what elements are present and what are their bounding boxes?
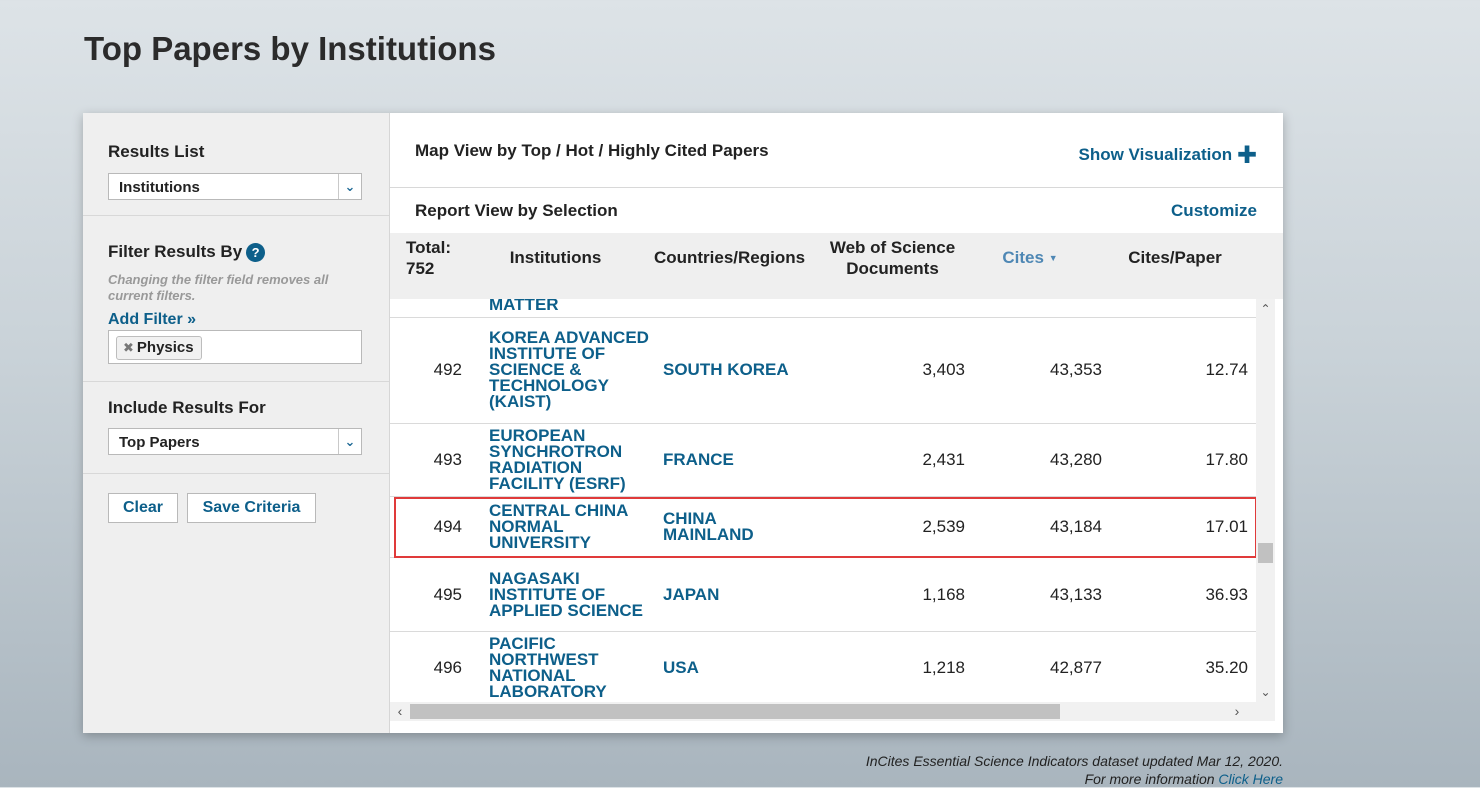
total-header: Total: 752 bbox=[406, 237, 451, 279]
clear-button[interactable]: Clear bbox=[108, 493, 178, 523]
chevron-left-icon[interactable]: ‹ bbox=[390, 702, 410, 721]
cites-per-paper-cell: 17.01 bbox=[1205, 517, 1248, 536]
institution-link[interactable]: CENTRAL CHINA NORMAL UNIVERSITY bbox=[489, 497, 649, 557]
results-list-select[interactable]: Institutions ⌄ bbox=[108, 173, 362, 200]
rank-cell: 493 bbox=[433, 450, 462, 469]
filter-label: Filter Results By? bbox=[108, 242, 266, 263]
cites-cell: 43,280 bbox=[1050, 450, 1102, 469]
table-row: 495 NAGASAKI INSTITUTE OF APPLIED SCIENC… bbox=[390, 558, 1256, 632]
wos-documents-cell: 1,218 bbox=[922, 658, 965, 677]
show-visualization-link[interactable]: Show Visualization ✚ bbox=[1079, 141, 1258, 170]
rank-cell: 496 bbox=[433, 658, 462, 677]
plus-icon: ✚ bbox=[1236, 142, 1257, 169]
table-row: 492 KOREA ADVANCED INSTITUTE OF SCIENCE … bbox=[390, 317, 1256, 424]
chevron-down-icon[interactable]: ⌄ bbox=[1256, 682, 1275, 702]
table-body: MATTER 492 KOREA ADVANCED INSTITUTE OF S… bbox=[390, 299, 1256, 702]
country-link[interactable]: JAPAN bbox=[663, 558, 813, 631]
institution-link[interactable]: KOREA ADVANCED INSTITUTE OF SCIENCE & TE… bbox=[489, 317, 649, 423]
cites-cell: 43,353 bbox=[1050, 360, 1102, 379]
filter-chip-label: Physics bbox=[136, 339, 194, 356]
include-select[interactable]: Top Papers ⌄ bbox=[108, 428, 362, 455]
rank-cell: 492 bbox=[433, 360, 462, 379]
table-header: Total: 752 Institutions Countries/Region… bbox=[390, 233, 1283, 299]
institution-link[interactable]: EUROPEAN SYNCHROTRON RADIATION FACILITY … bbox=[489, 424, 649, 496]
footer-info-line: For more information Click Here bbox=[866, 770, 1283, 788]
results-panel: Results List Institutions ⌄ Filter Resul… bbox=[83, 113, 1283, 733]
chevron-down-icon[interactable]: ⌄ bbox=[338, 429, 361, 454]
total-count: 752 bbox=[406, 259, 435, 278]
institution-link[interactable]: NAGASAKI INSTITUTE OF APPLIED SCIENCE bbox=[489, 558, 649, 631]
country-link[interactable]: SOUTH KOREA bbox=[663, 317, 813, 423]
results-list-value: Institutions bbox=[119, 179, 200, 196]
table-row-partial: MATTER bbox=[390, 299, 1256, 318]
footer-info-text: For more information bbox=[1084, 771, 1219, 787]
country-link[interactable]: CHINA MAINLAND bbox=[663, 497, 773, 557]
map-view-row: Map View by Top / Hot / Highly Cited Pap… bbox=[390, 113, 1283, 188]
rank-cell: 495 bbox=[433, 584, 462, 604]
filter-input[interactable]: ✖ Physics bbox=[108, 330, 362, 364]
wos-documents-line2: Documents bbox=[846, 259, 939, 278]
results-list-section: Results List Institutions ⌄ bbox=[83, 113, 389, 216]
table-row-highlighted: 494 CENTRAL CHINA NORMAL UNIVERSITY CHIN… bbox=[390, 497, 1256, 558]
page-title: Top Papers by Institutions bbox=[84, 30, 496, 67]
cites-cell: 42,877 bbox=[1050, 658, 1102, 677]
table-row: 496 PACIFIC NORTHWEST NATIONAL LABORATOR… bbox=[390, 632, 1256, 702]
cites-per-paper-header[interactable]: Cites/Paper bbox=[1110, 247, 1240, 268]
wos-documents-cell: 1,168 bbox=[922, 584, 965, 604]
report-view-row: Report View by Selection Customize bbox=[390, 188, 1283, 233]
filter-label-text: Filter Results By bbox=[108, 242, 243, 261]
cites-per-paper-cell: 36.93 bbox=[1205, 584, 1248, 604]
include-section: Include Results For Top Papers ⌄ bbox=[83, 382, 389, 474]
chevron-up-icon[interactable]: ⌃ bbox=[1256, 299, 1275, 319]
cites-header[interactable]: Cites ▼ bbox=[990, 247, 1070, 269]
wos-documents-cell: 2,539 bbox=[922, 517, 965, 536]
chevron-right-icon[interactable]: › bbox=[1227, 702, 1247, 721]
customize-link[interactable]: Customize bbox=[1171, 201, 1257, 221]
scrollbar-thumb[interactable] bbox=[410, 704, 1060, 719]
include-value: Top Papers bbox=[119, 434, 200, 451]
wos-documents-line1: Web of Science bbox=[829, 238, 956, 257]
add-filter-link[interactable]: Add Filter » bbox=[108, 311, 196, 329]
table-row: 493 EUROPEAN SYNCHROTRON RADIATION FACIL… bbox=[390, 424, 1256, 497]
footer-note: InCites Essential Science Indicators dat… bbox=[866, 752, 1283, 788]
countries-header[interactable]: Countries/Regions bbox=[647, 247, 812, 268]
cites-cell: 43,133 bbox=[1050, 584, 1102, 604]
wos-documents-cell: 3,403 bbox=[922, 360, 965, 379]
wos-documents-header[interactable]: Web of Science Documents bbox=[820, 237, 965, 279]
cites-header-label: Cites bbox=[1002, 248, 1044, 267]
rank-cell: 494 bbox=[433, 517, 462, 536]
vertical-scrollbar[interactable]: ⌃ ⌄ bbox=[1256, 299, 1275, 702]
report-view-title: Report View by Selection bbox=[415, 201, 618, 220]
country-link[interactable]: FRANCE bbox=[663, 424, 813, 496]
institution-link[interactable]: MATTER bbox=[489, 299, 649, 317]
scrollbar-thumb[interactable] bbox=[1258, 543, 1273, 563]
include-label: Include Results For bbox=[108, 398, 266, 417]
main-content: Map View by Top / Hot / Highly Cited Pap… bbox=[390, 113, 1283, 733]
sort-desc-icon: ▼ bbox=[1048, 253, 1058, 263]
help-icon[interactable]: ? bbox=[246, 243, 266, 263]
show-visualization-label: Show Visualization bbox=[1078, 145, 1233, 164]
cites-per-paper-cell: 35.20 bbox=[1205, 658, 1248, 677]
chevron-down-icon[interactable]: ⌄ bbox=[338, 174, 361, 199]
save-criteria-button[interactable]: Save Criteria bbox=[187, 493, 316, 523]
click-here-link[interactable]: Click Here bbox=[1218, 771, 1283, 787]
filter-chip: ✖ Physics bbox=[116, 336, 202, 360]
cites-cell: 43,184 bbox=[1050, 517, 1102, 536]
sidebar: Results List Institutions ⌄ Filter Resul… bbox=[83, 113, 390, 733]
remove-filter-icon[interactable]: ✖ bbox=[123, 340, 134, 355]
total-label: Total: bbox=[406, 238, 452, 257]
institutions-header[interactable]: Institutions bbox=[493, 247, 618, 268]
institution-link[interactable]: PACIFIC NORTHWEST NATIONAL LABORATORY bbox=[489, 632, 649, 702]
footer-update-text: InCites Essential Science Indicators dat… bbox=[865, 753, 1283, 769]
map-view-title: Map View by Top / Hot / Highly Cited Pap… bbox=[415, 141, 769, 160]
results-list-label: Results List bbox=[108, 142, 205, 161]
cites-per-paper-cell: 17.80 bbox=[1205, 450, 1248, 469]
wos-documents-cell: 2,431 bbox=[922, 450, 965, 469]
country-link[interactable]: USA bbox=[663, 632, 813, 702]
horizontal-scrollbar[interactable]: ‹ › bbox=[390, 702, 1275, 721]
filter-note: Changing the filter field removes all cu… bbox=[108, 272, 329, 303]
cites-per-paper-cell: 12.74 bbox=[1205, 360, 1248, 379]
